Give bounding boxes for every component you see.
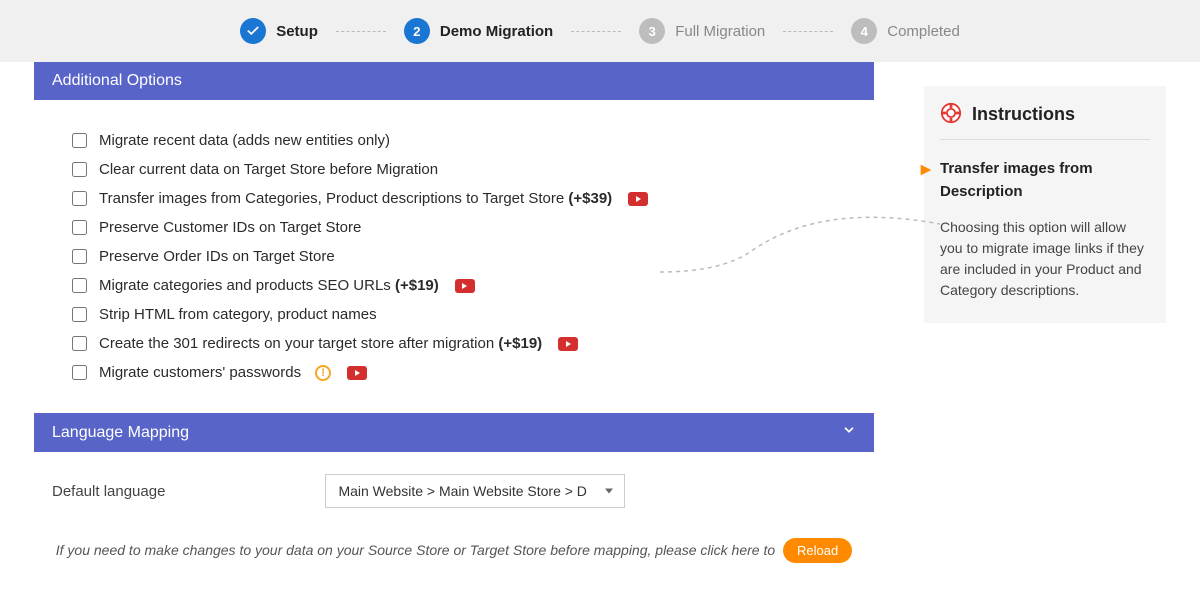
step-label: Demo Migration bbox=[440, 23, 553, 40]
panel-title: Additional Options bbox=[52, 72, 182, 90]
mapping-hint: If you need to make changes to your data… bbox=[52, 508, 856, 583]
option-label: Transfer images from Categories, Product… bbox=[99, 190, 612, 207]
step-separator bbox=[571, 31, 621, 32]
option-checkbox[interactable] bbox=[72, 162, 87, 177]
chevron-down-icon bbox=[842, 423, 856, 442]
option-checkbox[interactable] bbox=[72, 336, 87, 351]
step-number: 2 bbox=[404, 18, 430, 44]
warning-icon[interactable]: ! bbox=[315, 365, 331, 381]
option-checkbox[interactable] bbox=[72, 307, 87, 322]
arrow-right-icon bbox=[918, 162, 934, 181]
option-checkbox[interactable] bbox=[72, 249, 87, 264]
default-language-select-wrap: Main Website > Main Website Store > D bbox=[325, 474, 625, 508]
step-setup[interactable]: Setup bbox=[240, 18, 318, 44]
panel-header-additional-options: Additional Options bbox=[34, 62, 874, 100]
default-language-select[interactable]: Main Website > Main Website Store > D bbox=[325, 474, 625, 508]
instructions-desc: Choosing this option will allow you to m… bbox=[940, 217, 1150, 301]
option-checkbox[interactable] bbox=[72, 220, 87, 235]
option-label: Migrate customers' passwords bbox=[99, 364, 301, 381]
panel-header-language-mapping[interactable]: Language Mapping bbox=[34, 413, 874, 452]
option-checkbox[interactable] bbox=[72, 133, 87, 148]
panel-title: Language Mapping bbox=[52, 424, 189, 442]
step-number: 4 bbox=[851, 18, 877, 44]
option-label: Migrate recent data (adds new entities o… bbox=[99, 132, 390, 149]
step-full-migration[interactable]: 3 Full Migration bbox=[639, 18, 765, 44]
hint-text: If you need to make changes to your data… bbox=[56, 542, 779, 558]
step-completed[interactable]: 4 Completed bbox=[851, 18, 960, 44]
video-icon[interactable] bbox=[628, 192, 648, 206]
option-checkbox[interactable] bbox=[72, 191, 87, 206]
step-separator bbox=[783, 31, 833, 32]
option-row: Preserve Order IDs on Target Store bbox=[72, 242, 862, 271]
option-checkbox[interactable] bbox=[72, 365, 87, 380]
default-language-label: Default language bbox=[52, 483, 165, 500]
video-icon[interactable] bbox=[455, 279, 475, 293]
option-price: (+$19) bbox=[498, 335, 542, 352]
option-checkbox[interactable] bbox=[72, 278, 87, 293]
option-price: (+$39) bbox=[568, 190, 612, 207]
check-icon bbox=[240, 18, 266, 44]
lifebuoy-icon bbox=[940, 102, 962, 127]
option-row: Migrate customers' passwords ! bbox=[72, 358, 862, 387]
reload-button[interactable]: Reload bbox=[783, 538, 852, 563]
stepper: Setup 2 Demo Migration 3 Full Migration … bbox=[0, 0, 1200, 62]
instructions-subhead: Transfer images from Description bbox=[940, 158, 1150, 203]
step-demo-migration[interactable]: 2 Demo Migration bbox=[404, 18, 553, 44]
option-label: Strip HTML from category, product names bbox=[99, 306, 377, 323]
step-label: Setup bbox=[276, 23, 318, 40]
instructions-title: Instructions bbox=[972, 104, 1075, 125]
video-icon[interactable] bbox=[347, 366, 367, 380]
video-icon[interactable] bbox=[558, 337, 578, 351]
instructions-panel: Instructions Transfer images from Descri… bbox=[924, 86, 1166, 323]
step-number: 3 bbox=[639, 18, 665, 44]
option-row: Migrate recent data (adds new entities o… bbox=[72, 126, 862, 155]
step-separator bbox=[336, 31, 386, 32]
option-label: Preserve Customer IDs on Target Store bbox=[99, 219, 361, 236]
option-row: Migrate categories and products SEO URLs… bbox=[72, 271, 862, 300]
option-price: (+$19) bbox=[395, 277, 439, 294]
option-label: Clear current data on Target Store befor… bbox=[99, 161, 438, 178]
options-list: Migrate recent data (adds new entities o… bbox=[34, 100, 874, 413]
option-row: Preserve Customer IDs on Target Store bbox=[72, 213, 862, 242]
option-label: Create the 301 redirects on your target … bbox=[99, 335, 542, 352]
option-row: Transfer images from Categories, Product… bbox=[72, 184, 862, 213]
option-row: Clear current data on Target Store befor… bbox=[72, 155, 862, 184]
option-row: Strip HTML from category, product names bbox=[72, 300, 862, 329]
step-label: Completed bbox=[887, 23, 960, 40]
step-label: Full Migration bbox=[675, 23, 765, 40]
option-label: Migrate categories and products SEO URLs… bbox=[99, 277, 439, 294]
option-row: Create the 301 redirects on your target … bbox=[72, 329, 862, 358]
option-label: Preserve Order IDs on Target Store bbox=[99, 248, 335, 265]
